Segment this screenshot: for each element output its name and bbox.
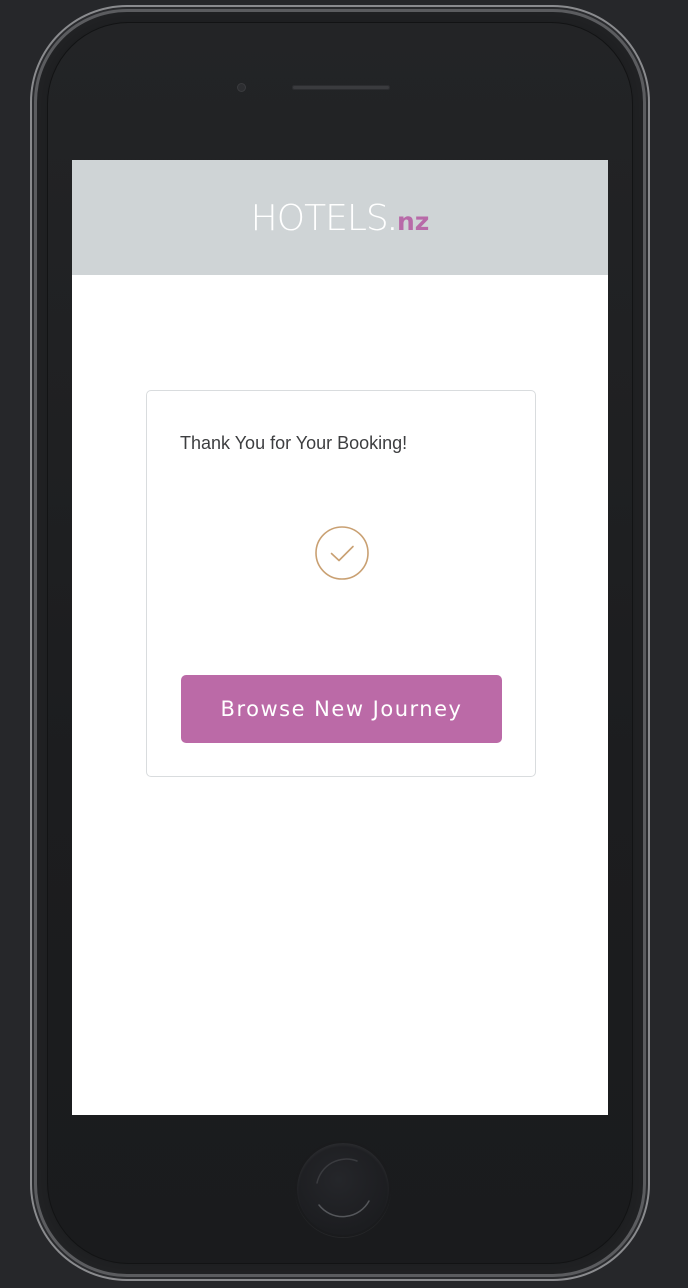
- home-button-ring-icon: [316, 1158, 370, 1218]
- booking-confirmation-card: Thank You for Your Booking! Browse New J…: [146, 390, 536, 777]
- logo-tld: nz: [396, 207, 430, 236]
- front-camera-icon: [238, 84, 245, 91]
- phone-screen: HOTELS . nz Thank You for Your Booking! …: [72, 160, 608, 1115]
- home-button[interactable]: [295, 1141, 391, 1237]
- app-header: HOTELS . nz: [72, 160, 608, 275]
- device-stage: HOTELS . nz Thank You for Your Booking! …: [0, 0, 688, 1288]
- check-circle-icon: [315, 526, 369, 580]
- logo-dot: .: [388, 206, 396, 236]
- logo-wordmark: HOTELS: [250, 198, 389, 239]
- hotels-nz-logo[interactable]: HOTELS . nz: [251, 198, 430, 239]
- earpiece-speaker: [292, 85, 390, 90]
- confirmation-title: Thank You for Your Booking!: [180, 433, 408, 453]
- power-button: [643, 280, 648, 366]
- browse-new-journey-button[interactable]: Browse New Journey: [181, 675, 502, 743]
